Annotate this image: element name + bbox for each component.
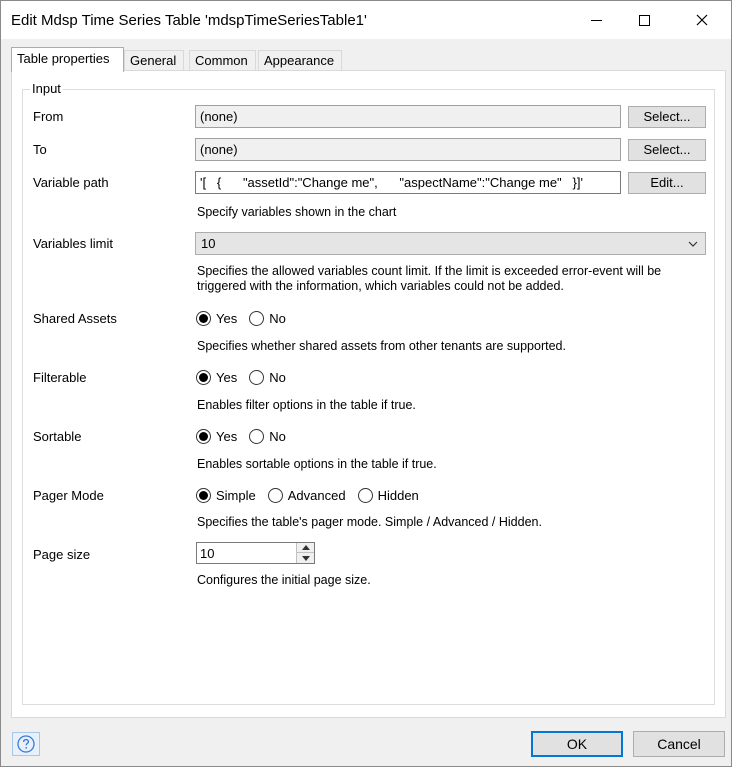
shared-assets-yes-radio[interactable]: Yes: [196, 310, 238, 326]
variable-path-field[interactable]: '[ { "assetId":"Change me", "aspectName"…: [195, 171, 621, 194]
help-icon: [17, 735, 35, 753]
radio-label: Simple: [216, 487, 256, 503]
radio-unselected-icon: [249, 428, 265, 444]
to-field: (none): [195, 138, 621, 161]
dialog-footer: OK Cancel: [1, 719, 731, 767]
from-label: From: [33, 109, 64, 124]
filterable-radio-group: Yes No: [196, 368, 298, 386]
filterable-label: Filterable: [33, 370, 87, 385]
page-size-value: 10: [200, 546, 215, 561]
cancel-button[interactable]: Cancel: [633, 731, 725, 757]
tab-panel: Input From (none) Select... To (none) Se…: [11, 70, 726, 718]
tab-table-properties[interactable]: Table properties: [11, 47, 124, 72]
pager-mode-hidden-radio[interactable]: Hidden: [357, 487, 419, 503]
pager-mode-label: Pager Mode: [33, 488, 104, 503]
sortable-radio-group: Yes No: [196, 427, 298, 445]
radio-selected-icon: [196, 428, 211, 444]
radio-label: Advanced: [287, 487, 346, 503]
variable-path-edit-button[interactable]: Edit...: [628, 172, 706, 194]
shared-assets-help: Specifies whether shared assets from oth…: [197, 339, 566, 353]
radio-label: No: [269, 428, 286, 444]
window-title: Edit Mdsp Time Series Table 'mdspTimeSer…: [11, 12, 367, 29]
stepper-arrows: [296, 543, 314, 563]
group-legend: Input: [30, 81, 63, 96]
from-select-button[interactable]: Select...: [628, 106, 706, 128]
radio-label: Yes: [216, 428, 238, 444]
chevron-down-icon: [688, 241, 698, 247]
shared-assets-radio-group: Yes No: [196, 309, 298, 327]
from-field: (none): [195, 105, 621, 128]
radio-label: Yes: [216, 310, 238, 326]
sortable-yes-radio[interactable]: Yes: [196, 428, 238, 444]
sortable-label: Sortable: [33, 429, 82, 444]
shared-assets-label: Shared Assets: [33, 311, 117, 326]
ok-button[interactable]: OK: [531, 731, 623, 757]
pager-mode-advanced-radio[interactable]: Advanced: [267, 487, 346, 503]
close-button[interactable]: [679, 1, 725, 39]
page-size-label: Page size: [33, 547, 91, 562]
stepper-down-button[interactable]: [296, 553, 314, 563]
sortable-help: Enables sortable options in the table if…: [197, 457, 437, 471]
variables-limit-select[interactable]: 10: [195, 232, 706, 255]
variable-path-label: Variable path: [33, 175, 109, 190]
radio-label: No: [269, 369, 286, 385]
pager-mode-radio-group: Simple Advanced Hidden: [196, 486, 431, 504]
stepper-up-button[interactable]: [296, 543, 314, 553]
variables-limit-help: Specifies the allowed variables count li…: [197, 264, 662, 293]
to-select-button[interactable]: Select...: [628, 139, 706, 161]
radio-unselected-icon: [267, 487, 283, 503]
radio-unselected-icon: [249, 310, 265, 326]
filterable-yes-radio[interactable]: Yes: [196, 369, 238, 385]
radio-selected-icon: [196, 487, 211, 503]
radio-unselected-icon: [357, 487, 373, 503]
sortable-no-radio[interactable]: No: [249, 428, 286, 444]
radio-label: Yes: [216, 369, 238, 385]
title-bar: Edit Mdsp Time Series Table 'mdspTimeSer…: [1, 1, 731, 39]
caret-up-icon: [301, 545, 310, 550]
variables-limit-label: Variables limit: [33, 236, 113, 251]
minimize-button[interactable]: [573, 1, 619, 39]
variables-limit-value: 10: [201, 236, 216, 251]
dialog-window: Edit Mdsp Time Series Table 'mdspTimeSer…: [0, 0, 732, 767]
help-button[interactable]: [12, 732, 40, 756]
caret-down-icon: [301, 555, 310, 561]
maximize-icon: [638, 14, 650, 26]
radio-selected-icon: [196, 310, 211, 326]
close-icon: [696, 14, 708, 26]
pager-mode-help: Specifies the table's pager mode. Simple…: [197, 515, 542, 529]
radio-label: Hidden: [377, 487, 419, 503]
pager-mode-simple-radio[interactable]: Simple: [196, 487, 256, 503]
filterable-help: Enables filter options in the table if t…: [197, 398, 416, 412]
tab-appearance[interactable]: Appearance: [258, 50, 342, 71]
tab-common[interactable]: Common: [189, 50, 256, 71]
radio-label: No: [269, 310, 286, 326]
shared-assets-no-radio[interactable]: No: [249, 310, 286, 326]
tab-general[interactable]: General: [124, 50, 184, 71]
radio-selected-icon: [196, 369, 211, 385]
minimize-icon: [590, 19, 602, 21]
filterable-no-radio[interactable]: No: [249, 369, 286, 385]
page-size-help: Configures the initial page size.: [197, 573, 371, 587]
radio-unselected-icon: [249, 369, 265, 385]
page-size-stepper[interactable]: 10: [196, 542, 315, 564]
to-label: To: [33, 142, 47, 157]
variable-path-help: Specify variables shown in the chart: [197, 205, 397, 219]
maximize-button[interactable]: [621, 1, 667, 39]
